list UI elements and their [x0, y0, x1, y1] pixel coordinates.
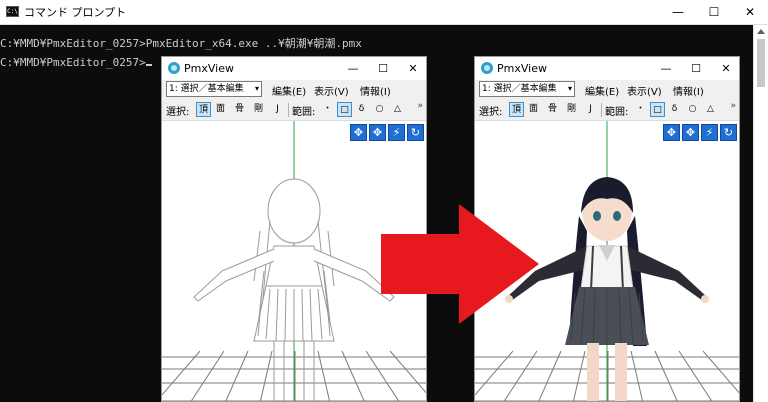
- range-label: 範囲:: [292, 107, 316, 118]
- select-vertex-button[interactable]: 頂: [509, 102, 524, 117]
- select-face-button[interactable]: 面: [213, 102, 228, 117]
- pmxview-titlebar[interactable]: PmxView — ☐ ✕: [162, 57, 426, 80]
- right-arrow-icon: [381, 204, 539, 324]
- minimize-button[interactable]: —: [338, 57, 368, 80]
- rotate-icon[interactable]: ↻: [720, 124, 737, 141]
- minimize-button[interactable]: —: [660, 0, 696, 24]
- select-face-button[interactable]: 面: [526, 102, 541, 117]
- menu-bar: 1: 選択／基本編集 ▾ 編集(E) 表示(V) 情報(I): [475, 80, 739, 100]
- mode-select-value: 1: 選択／基本編集: [482, 84, 557, 94]
- console-line: C:¥MMD¥PmxEditor_0257>PmxEditor_x64.exe …: [0, 37, 362, 50]
- mode-select[interactable]: 1: 選択／基本編集 ▾: [166, 81, 262, 97]
- select-label: 選択:: [479, 107, 503, 118]
- toolbar-overflow-icon[interactable]: »: [417, 101, 423, 111]
- maximize-button[interactable]: ☐: [368, 57, 398, 80]
- select-rigid-button[interactable]: 剛: [564, 102, 579, 117]
- pan-icon[interactable]: ✥: [663, 124, 680, 141]
- menu-info[interactable]: 情報(I): [360, 83, 391, 98]
- toolbar-overflow-icon[interactable]: »: [730, 101, 736, 111]
- close-button[interactable]: ✕: [398, 57, 426, 80]
- maximize-button[interactable]: ☐: [681, 57, 711, 80]
- selection-toolbar: 選択: 頂 面 骨 剛 J 範囲: ・ □ δ ○ △ »: [162, 100, 426, 121]
- close-button[interactable]: ✕: [732, 0, 768, 24]
- range-lasso-button[interactable]: δ: [667, 102, 682, 117]
- menu-edit[interactable]: 編集(E): [272, 83, 306, 98]
- pmxview-app-icon: [481, 62, 493, 74]
- range-circle-button[interactable]: ○: [685, 102, 700, 117]
- vertical-scrollbar[interactable]: [753, 25, 768, 402]
- select-label: 選択:: [166, 107, 190, 118]
- mode-select[interactable]: 1: 選択／基本編集 ▾: [479, 81, 575, 97]
- select-rigid-button[interactable]: 剛: [251, 102, 266, 117]
- menu-bar: 1: 選択／基本編集 ▾ 編集(E) 表示(V) 情報(I): [162, 80, 426, 100]
- move-icon[interactable]: ✥: [682, 124, 699, 141]
- pmxview-title: PmxView: [497, 62, 547, 75]
- zoom-icon[interactable]: ⚡: [388, 124, 405, 141]
- range-circle-button[interactable]: ○: [372, 102, 387, 117]
- console-prompt: C:¥MMD¥PmxEditor_0257>: [0, 56, 146, 69]
- pan-icon[interactable]: ✥: [350, 124, 367, 141]
- select-joint-button[interactable]: J: [270, 102, 285, 117]
- minimize-button[interactable]: —: [651, 57, 681, 80]
- range-point-button[interactable]: ・: [320, 102, 335, 117]
- menu-info[interactable]: 情報(I): [673, 83, 704, 98]
- select-vertex-button[interactable]: 頂: [196, 102, 211, 117]
- selection-toolbar: 選択: 頂 面 骨 剛 J 範囲: ・ □ δ ○ △ »: [475, 100, 739, 121]
- toolbar-separator: [288, 103, 289, 117]
- menu-view[interactable]: 表示(V): [314, 83, 349, 98]
- cmd-title: コマンド プロンプト: [24, 6, 127, 19]
- pmxview-titlebar[interactable]: PmxView — ☐ ✕: [475, 57, 739, 80]
- range-triangle-button[interactable]: △: [703, 102, 718, 117]
- range-rectangle-button[interactable]: □: [650, 102, 665, 117]
- chevron-down-icon: ▾: [254, 84, 259, 93]
- range-point-button[interactable]: ・: [633, 102, 648, 117]
- select-bone-button[interactable]: 骨: [545, 102, 560, 117]
- scroll-up-arrow-icon[interactable]: [757, 29, 765, 34]
- select-joint-button[interactable]: J: [583, 102, 598, 117]
- cmd-titlebar[interactable]: C:\ コマンド プロンプト — ☐ ✕: [0, 0, 768, 25]
- maximize-button[interactable]: ☐: [696, 0, 732, 24]
- range-label: 範囲:: [605, 107, 629, 118]
- pmxview-title: PmxView: [184, 62, 234, 75]
- rotate-icon[interactable]: ↻: [407, 124, 424, 141]
- scrollbar-thumb[interactable]: [757, 39, 765, 87]
- select-bone-button[interactable]: 骨: [232, 102, 247, 117]
- mode-select-value: 1: 選択／基本編集: [169, 84, 244, 94]
- move-icon[interactable]: ✥: [369, 124, 386, 141]
- console-icon: C:\: [6, 6, 19, 17]
- menu-view[interactable]: 表示(V): [627, 83, 662, 98]
- pmxview-app-icon: [168, 62, 180, 74]
- chevron-down-icon: ▾: [567, 84, 572, 93]
- zoom-icon[interactable]: ⚡: [701, 124, 718, 141]
- range-rectangle-button[interactable]: □: [337, 102, 352, 117]
- text-cursor: [145, 64, 152, 66]
- menu-edit[interactable]: 編集(E): [585, 83, 619, 98]
- range-lasso-button[interactable]: δ: [354, 102, 369, 117]
- range-triangle-button[interactable]: △: [390, 102, 405, 117]
- toolbar-separator: [601, 103, 602, 117]
- close-button[interactable]: ✕: [711, 57, 739, 80]
